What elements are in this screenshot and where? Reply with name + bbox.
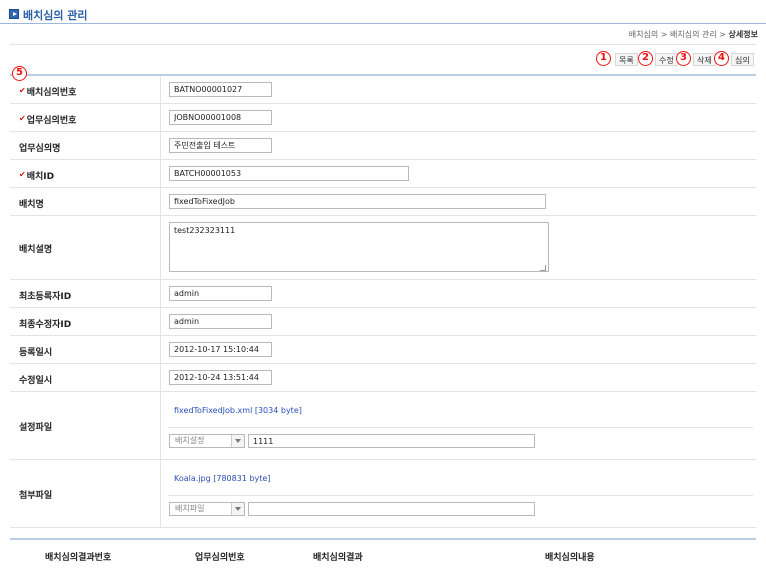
label-first-registrant-id: 최초등록자ID bbox=[19, 292, 72, 302]
batch-review-no-field[interactable] bbox=[169, 82, 272, 97]
row-last-modifier-id: 최종수정자ID bbox=[10, 308, 756, 336]
page-header: 배치심의 관리 bbox=[0, 0, 766, 24]
breadcrumb-current: 상세정보 bbox=[728, 30, 758, 39]
batch-id-field[interactable] bbox=[169, 166, 409, 181]
batch-description-textarea[interactable]: test232323111 bbox=[169, 222, 549, 272]
first-registrant-id-field[interactable] bbox=[169, 286, 272, 301]
job-review-name-field[interactable] bbox=[169, 138, 272, 153]
chevron-down-icon[interactable] bbox=[231, 435, 244, 447]
label-batch-review-no: ✔배치심의번호 bbox=[19, 86, 77, 98]
marker-4: 4 bbox=[714, 51, 729, 66]
required-check-icon: ✔ bbox=[19, 86, 26, 95]
breadcrumb-separator: > bbox=[719, 30, 726, 39]
row-first-registrant-id: 최초등록자ID bbox=[10, 280, 756, 308]
config-file-divider bbox=[168, 427, 753, 428]
label-last-modifier-id: 최종수정자ID bbox=[19, 320, 72, 330]
last-modifier-id-field[interactable] bbox=[169, 314, 272, 329]
title-arrow-icon bbox=[9, 9, 19, 19]
registered-at-field[interactable] bbox=[169, 342, 272, 357]
breadcrumb-separator: > bbox=[660, 30, 668, 39]
marker-3: 3 bbox=[676, 51, 691, 66]
title-divider bbox=[0, 23, 766, 24]
label-config-file: 설정파일 bbox=[19, 423, 53, 433]
column-batch-review-content: 배치심의내용 bbox=[545, 553, 595, 563]
result-table-header: 배치심의결과번호 업무심의번호 배치심의결과 배치심의내용 bbox=[10, 538, 756, 572]
delete-button[interactable]: 삭제 bbox=[693, 53, 716, 66]
breadcrumb-item-1[interactable]: 배치심의 bbox=[629, 30, 658, 39]
attachment-file-type-value: 배치파일 bbox=[175, 504, 205, 513]
config-file-input[interactable] bbox=[248, 434, 535, 448]
label-batch-name: 배치명 bbox=[19, 200, 44, 210]
marker-1: 1 bbox=[596, 51, 611, 66]
config-file-type-select[interactable]: 배치설정 bbox=[169, 434, 245, 448]
label-job-review-no: ✔업무심의번호 bbox=[19, 114, 77, 126]
breadcrumb-item-2[interactable]: 배치심의 관리 bbox=[670, 30, 717, 39]
marker-2: 2 bbox=[638, 51, 653, 66]
batch-name-field[interactable] bbox=[169, 194, 546, 209]
attachment-file-link[interactable]: Koala.jpg [780831 byte] bbox=[174, 474, 270, 483]
row-registered-at: 등록일시 bbox=[10, 336, 756, 364]
label-registered-at: 등록일시 bbox=[19, 348, 53, 358]
label-batch-id: ✔배치ID bbox=[19, 170, 55, 182]
required-check-icon: ✔ bbox=[19, 170, 26, 179]
detail-form: ✔배치심의번호 ✔업무심의번호 업무심의명 ✔배치ID 배치명 배치설명 tes… bbox=[10, 74, 756, 528]
review-button[interactable]: 심의 bbox=[731, 53, 754, 66]
breadcrumb-divider bbox=[10, 44, 756, 45]
edit-button[interactable]: 수정 bbox=[655, 53, 678, 66]
row-config-file: 설정파일 fixedToFixedJob.xml [3034 byte] 배치설… bbox=[10, 392, 756, 460]
row-batch-description: 배치설명 test232323111 bbox=[10, 216, 756, 280]
row-job-review-no: ✔업무심의번호 bbox=[10, 104, 756, 132]
marker-5: 5 bbox=[12, 66, 27, 81]
column-batch-review-result: 배치심의결과 bbox=[313, 553, 363, 563]
row-batch-review-no: ✔배치심의번호 bbox=[10, 76, 756, 104]
label-attachment-file: 첨부파일 bbox=[19, 491, 53, 501]
breadcrumb: 배치심의 > 배치심의 관리 > 상세정보 bbox=[629, 29, 758, 40]
row-batch-id: ✔배치ID bbox=[10, 160, 756, 188]
required-check-icon: ✔ bbox=[19, 114, 26, 123]
config-file-type-value: 배치설정 bbox=[175, 436, 205, 445]
job-review-no-field[interactable] bbox=[169, 110, 272, 125]
row-batch-name: 배치명 bbox=[10, 188, 756, 216]
row-job-review-name: 업무심의명 bbox=[10, 132, 756, 160]
label-modified-at: 수정일시 bbox=[19, 376, 53, 386]
chevron-down-icon[interactable] bbox=[231, 503, 244, 515]
modified-at-field[interactable] bbox=[169, 370, 272, 385]
column-batch-review-result-no: 배치심의결과번호 bbox=[45, 553, 112, 563]
attachment-file-type-select[interactable]: 배치파일 bbox=[169, 502, 245, 516]
label-job-review-name: 업무심의명 bbox=[19, 144, 61, 154]
label-batch-description: 배치설명 bbox=[19, 245, 53, 255]
page-title: 배치심의 관리 bbox=[23, 9, 88, 22]
attachment-file-divider bbox=[168, 495, 753, 496]
list-button[interactable]: 목록 bbox=[615, 53, 638, 66]
row-modified-at: 수정일시 bbox=[10, 364, 756, 392]
attachment-file-input[interactable] bbox=[248, 502, 535, 516]
row-attachment-file: 첨부파일 Koala.jpg [780831 byte] 배치파일 bbox=[10, 460, 756, 528]
resize-grip-icon[interactable] bbox=[540, 265, 546, 271]
column-job-review-no: 업무심의번호 bbox=[195, 553, 245, 563]
config-file-link[interactable]: fixedToFixedJob.xml [3034 byte] bbox=[174, 406, 302, 415]
